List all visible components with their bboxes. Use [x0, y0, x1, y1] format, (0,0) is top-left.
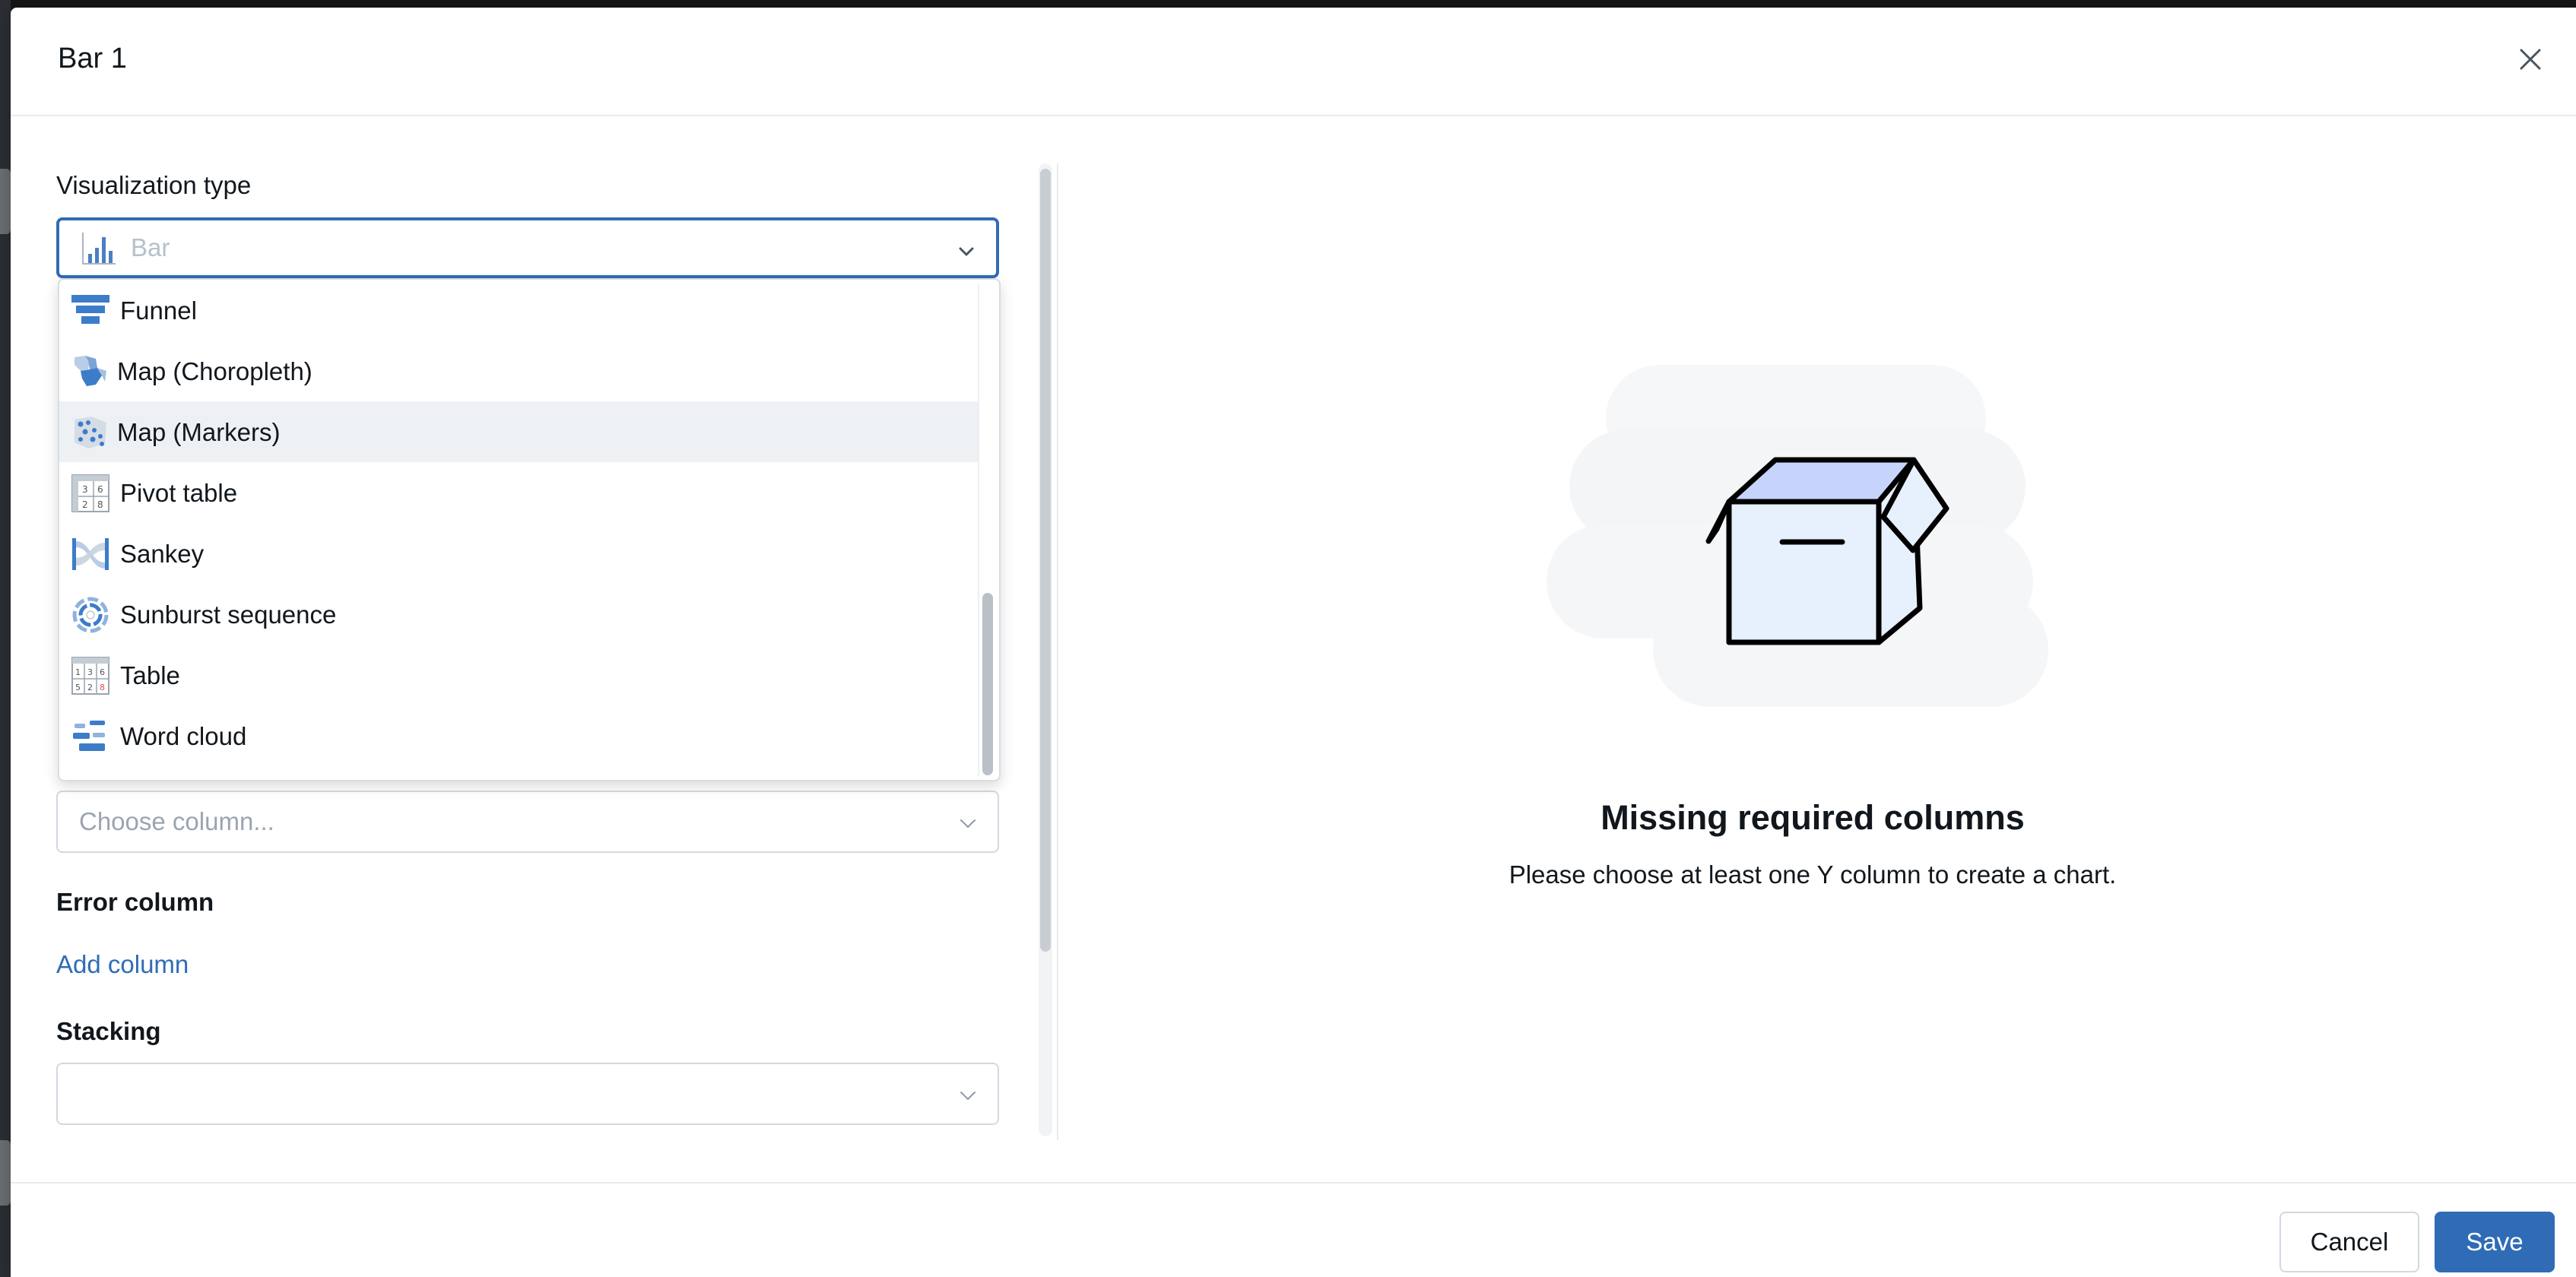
map-markers-icon — [75, 417, 106, 448]
empty-state-title: Missing required columns — [1600, 798, 2025, 837]
dropdown-item-pivot-table[interactable]: 3 6 2 8 Pivot table — [59, 462, 978, 523]
visualization-editor-modal: Bar 1 Visualization type Bar Choose colu… — [11, 8, 2576, 1277]
dropdown-item-funnel[interactable]: Funnel — [59, 280, 978, 341]
visualization-type-select[interactable]: Bar — [56, 217, 999, 278]
svg-text:3: 3 — [82, 484, 88, 495]
dropdown-item-table[interactable]: 1 3 6 5 2 8 Table — [59, 645, 978, 705]
dropdown-item-label: Map (Choropleth) — [117, 357, 312, 385]
table-icon: 1 3 6 5 2 8 — [71, 657, 109, 695]
dropdown-item-sunburst[interactable]: Sunburst sequence — [59, 584, 978, 645]
error-column-label: Error column — [56, 888, 214, 916]
svg-text:3: 3 — [87, 667, 93, 677]
sunburst-icon — [72, 597, 109, 633]
dropdown-item-sankey[interactable]: Sankey — [59, 523, 978, 584]
svg-text:6: 6 — [97, 484, 103, 495]
add-column-link[interactable]: Add column — [56, 950, 189, 979]
close-button[interactable] — [2514, 43, 2547, 76]
svg-text:6: 6 — [100, 667, 105, 677]
svg-text:8: 8 — [97, 499, 103, 510]
modal-header: Bar 1 — [11, 8, 2576, 116]
dropdown-item-map-markers[interactable]: Map (Markers) — [59, 401, 978, 462]
empty-box-illustration — [1547, 365, 2048, 707]
bar-chart-icon — [82, 233, 116, 265]
panel-divider — [1057, 163, 1058, 1140]
background-tab — [0, 169, 11, 234]
funnel-icon — [71, 295, 109, 324]
column-select-placeholder: Choose column... — [79, 807, 274, 835]
svg-text:5: 5 — [75, 683, 81, 692]
pivot-table-icon: 3 6 2 8 — [71, 474, 109, 512]
svg-text:8: 8 — [100, 683, 105, 692]
open-box-icon — [1705, 457, 1949, 645]
dropdown-item-label: Pivot table — [120, 479, 238, 507]
cancel-button[interactable]: Cancel — [2279, 1212, 2419, 1272]
dropdown-item-label: Sunburst sequence — [120, 600, 337, 629]
modal-title: Bar 1 — [58, 43, 127, 74]
stacking-select[interactable] — [56, 1063, 999, 1125]
chevron-down-icon — [960, 1092, 976, 1100]
dropdown-item-label: Sankey — [120, 540, 205, 568]
map-choropleth-icon — [75, 356, 106, 386]
modal-footer-divider — [11, 1182, 2576, 1184]
stacking-label: Stacking — [56, 1017, 161, 1045]
visualization-type-value: Bar — [131, 233, 170, 261]
dropdown-item-label: Map (Markers) — [117, 418, 281, 446]
visualization-type-dropdown: Funnel Map (Choropleth) Map (Markers) 3 … — [58, 278, 1001, 781]
dropdown-scrollbar-thumb[interactable] — [982, 593, 993, 775]
svg-text:2: 2 — [82, 499, 88, 510]
dropdown-item-word-cloud[interactable]: Word cloud — [59, 705, 978, 766]
dropdown-item-label: Word cloud — [120, 722, 247, 750]
dropdown-item-label: Table — [120, 661, 180, 689]
chevron-down-icon — [960, 819, 976, 828]
close-icon — [2520, 49, 2541, 70]
svg-text:1: 1 — [75, 667, 81, 677]
svg-text:2: 2 — [87, 683, 93, 692]
empty-state-subtitle: Please choose at least one Y column to c… — [1508, 860, 2117, 889]
chevron-down-icon — [959, 247, 974, 256]
background-tab — [0, 1140, 11, 1206]
visualization-type-label: Visualization type — [56, 171, 252, 199]
dropdown-item-label: Funnel — [120, 296, 197, 325]
dropdown-item-map-choropleth[interactable]: Map (Choropleth) — [59, 341, 978, 401]
column-select[interactable]: Choose column... — [56, 791, 999, 853]
background-app-edge — [0, 0, 11, 1277]
sankey-icon — [72, 538, 109, 570]
word-cloud-icon — [73, 721, 105, 751]
panel-scrollbar-thumb[interactable] — [1040, 169, 1051, 952]
save-button[interactable]: Save — [2435, 1212, 2555, 1272]
